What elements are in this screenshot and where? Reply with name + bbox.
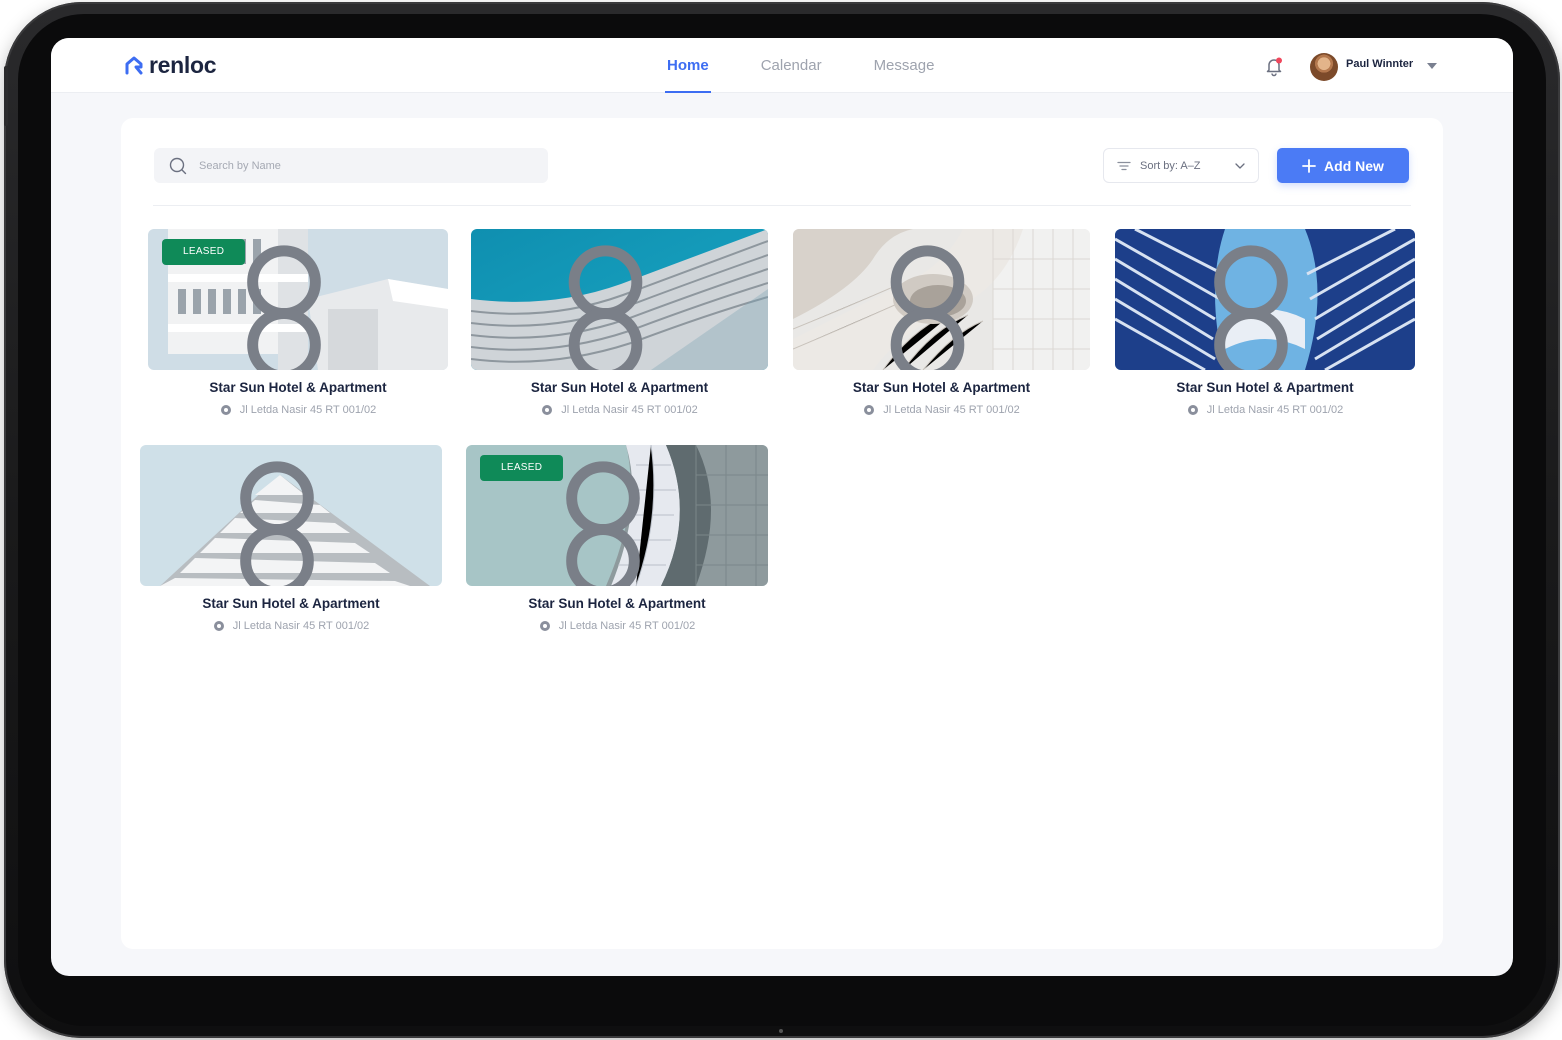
top-bar: renloc Home Calendar Message Paul Winnte… <box>51 38 1513 93</box>
location-pin-icon <box>539 621 550 631</box>
property-address-text: Jl Letda Nasir 45 RT 001/02 <box>883 404 1020 416</box>
link-icon[interactable] <box>471 243 754 370</box>
search-bar[interactable] <box>154 148 548 183</box>
nav-calendar-label: Calendar <box>760 57 822 74</box>
chevron-down-icon[interactable] <box>1427 63 1437 69</box>
search-icon <box>169 157 187 174</box>
property-title: Star Sun Hotel & Apartment <box>1176 380 1354 395</box>
property-image: LEASED <box>148 229 448 370</box>
location-pin-icon <box>542 405 553 415</box>
property-card[interactable]: Star Sun Hotel & Apartment Jl Letda Nasi… <box>471 229 768 416</box>
property-card[interactable]: LEASED Star Sun Hotel & Apartment Jl Let… <box>148 229 448 416</box>
plus-icon <box>1302 158 1316 173</box>
add-new-button[interactable]: Add New <box>1277 148 1409 183</box>
property-address: Jl Letda Nasir 45 RT 001/02 <box>148 404 448 416</box>
link-icon[interactable] <box>793 243 1076 370</box>
property-address-text: Jl Letda Nasir 45 RT 001/02 <box>239 404 377 416</box>
property-card[interactable]: LEASED Star Sun Hotel & Apartment Jl Let… <box>466 445 768 632</box>
link-icon[interactable] <box>466 459 754 586</box>
nav-message[interactable]: Message <box>848 38 961 93</box>
main-nav: Home Calendar Message <box>641 38 960 93</box>
nav-calendar[interactable]: Calendar <box>735 38 848 93</box>
logo-icon <box>125 56 143 74</box>
property-address-text: Jl Letda Nasir 45 RT 001/02 <box>558 620 696 632</box>
sort-label: Sort by: A–Z <box>1140 159 1201 172</box>
link-icon[interactable] <box>140 459 428 586</box>
property-address: Jl Letda Nasir 45 RT 001/02 <box>140 620 442 632</box>
property-image <box>793 229 1090 370</box>
filter-icon <box>1117 161 1131 170</box>
property-image: LEASED <box>466 445 768 586</box>
divider <box>153 205 1411 206</box>
nav-message-label: Message <box>873 57 935 74</box>
property-title: Star Sun Hotel & Apartment <box>202 596 380 611</box>
nav-home[interactable]: Home <box>641 38 735 93</box>
user-name[interactable]: Paul Winnter <box>1346 58 1413 70</box>
property-address: Jl Letda Nasir 45 RT 001/02 <box>471 404 768 416</box>
property-address-text: Jl Letda Nasir 45 RT 001/02 <box>561 404 698 416</box>
property-image <box>140 445 442 586</box>
property-image <box>1115 229 1415 370</box>
chevron-down-icon <box>1235 163 1245 169</box>
property-card[interactable]: Star Sun Hotel & Apartment Jl Letda Nasi… <box>1115 229 1415 416</box>
link-icon[interactable] <box>148 243 434 370</box>
location-pin-icon <box>220 405 231 415</box>
properties-panel: Sort by: A–Z Add New <box>121 118 1443 949</box>
avatar[interactable] <box>1310 53 1338 81</box>
logo-text: renloc <box>149 52 217 78</box>
sort-dropdown[interactable]: Sort by: A–Z <box>1103 148 1259 183</box>
logo[interactable]: renloc <box>123 52 217 79</box>
property-card[interactable]: Star Sun Hotel & Apartment Jl Letda Nasi… <box>140 445 442 632</box>
property-address: Jl Letda Nasir 45 RT 001/02 <box>466 620 768 632</box>
side-button <box>4 66 8 126</box>
location-pin-icon <box>213 621 224 631</box>
add-new-label: Add New <box>1324 157 1384 174</box>
property-title: Star Sun Hotel & Apartment <box>209 380 387 395</box>
property-title: Star Sun Hotel & Apartment <box>530 380 709 395</box>
link-icon[interactable] <box>1115 243 1401 370</box>
property-card[interactable]: Star Sun Hotel & Apartment Jl Letda Nasi… <box>793 229 1090 416</box>
bell-icon[interactable] <box>1263 55 1285 77</box>
property-address: Jl Letda Nasir 45 RT 001/02 <box>793 404 1090 416</box>
property-title: Star Sun Hotel & Apartment <box>852 380 1031 395</box>
app-screen: renloc Home Calendar Message Paul Winnte… <box>51 38 1513 976</box>
property-address-text: Jl Letda Nasir 45 RT 001/02 <box>1206 404 1344 416</box>
location-pin-icon <box>1187 405 1198 415</box>
device-sensor <box>779 1029 783 1033</box>
property-title: Star Sun Hotel & Apartment <box>528 596 706 611</box>
location-pin-icon <box>864 405 875 415</box>
property-address: Jl Letda Nasir 45 RT 001/02 <box>1115 404 1415 416</box>
search-input[interactable] <box>199 159 519 172</box>
property-address-text: Jl Letda Nasir 45 RT 001/02 <box>232 620 370 632</box>
property-image <box>471 229 768 370</box>
nav-home-label: Home <box>667 57 709 74</box>
